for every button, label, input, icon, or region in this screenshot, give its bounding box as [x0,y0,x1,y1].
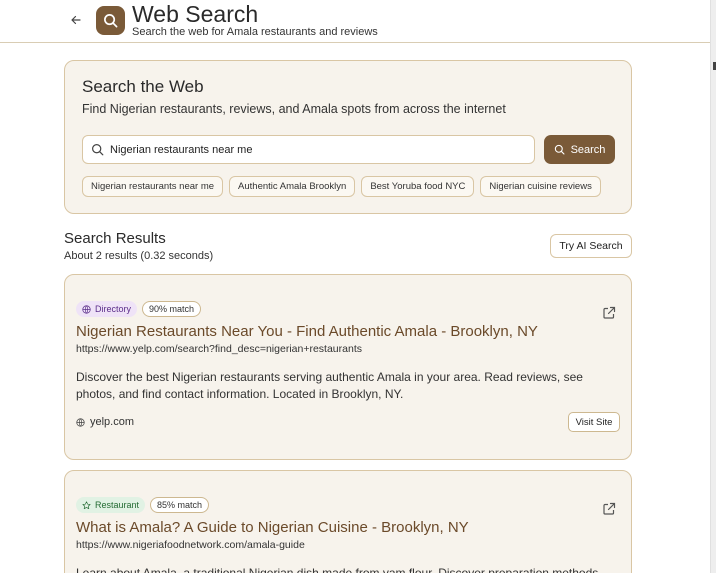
star-icon [82,500,91,509]
results-count: About 2 results (0.32 seconds) [64,250,214,262]
result-badges: Restaurant 85% match [76,497,210,513]
globe-icon [76,417,85,427]
page-title: Web Search [132,1,259,27]
page-subtitle: Search the web for Amala restaurants and… [132,26,378,38]
visit-site-button[interactable]: Visit Site [568,412,620,432]
suggestion-chip[interactable]: Best Yoruba food NYC [361,176,475,197]
ai-search-button[interactable]: Try AI Search [550,234,632,258]
search-panel-title: Search the Web [82,77,204,96]
app-header: Web Search Search the web for Amala rest… [0,0,710,43]
results-title: Search Results [64,230,166,247]
result-domain-label: yelp.com [90,416,135,428]
arrow-left-icon [71,15,81,25]
result-card: Restaurant 85% match What is Amala? A Gu… [64,470,632,573]
category-label: Restaurant [95,500,140,510]
search-button[interactable]: Search [544,135,615,164]
suggestion-chip[interactable]: Authentic Amala Brooklyn [229,176,356,197]
match-badge: 85% match [150,497,210,513]
category-badge: Directory [76,301,138,317]
search-icon [104,14,118,28]
result-description: Discover the best Nigerian restaurants s… [76,370,583,401]
result-url: https://www.nigeriafoodnetwork.com/amala… [76,539,305,551]
search-icon [91,143,104,161]
category-label: Directory [95,304,132,314]
result-card: Directory 90% match Nigerian Restaurants… [64,274,632,460]
external-link-icon[interactable] [602,306,616,320]
scrollbar[interactable] [710,0,716,573]
search-panel: Search the Web Find Nigerian restaurants… [64,60,632,214]
suggestion-chip[interactable]: Nigerian restaurants near me [82,176,224,197]
search-button-label: Search [570,143,606,156]
match-badge: 90% match [142,301,202,317]
result-domain: yelp.com [76,416,134,428]
back-button[interactable] [66,10,86,30]
app-logo [96,6,125,35]
search-panel-description: Find Nigerian restaurants, reviews, and … [82,102,506,116]
suggestion-chips: Nigerian restaurants near me Authentic A… [82,176,601,197]
result-title-link[interactable]: Nigerian Restaurants Near You - Find Aut… [76,323,538,340]
search-input[interactable] [110,140,530,160]
external-link-icon[interactable] [602,502,616,516]
result-url: https://www.yelp.com/search?find_desc=ni… [76,343,362,355]
result-title-link[interactable]: What is Amala? A Guide to Nigerian Cuisi… [76,519,469,536]
globe-icon [82,304,91,314]
suggestion-chip[interactable]: Nigerian cuisine reviews [480,176,601,197]
search-icon [554,144,565,155]
result-description: Learn about Amala, a traditional Nigeria… [76,566,599,573]
result-badges: Directory 90% match [76,301,202,317]
category-badge: Restaurant [76,497,146,513]
search-box [82,135,535,164]
